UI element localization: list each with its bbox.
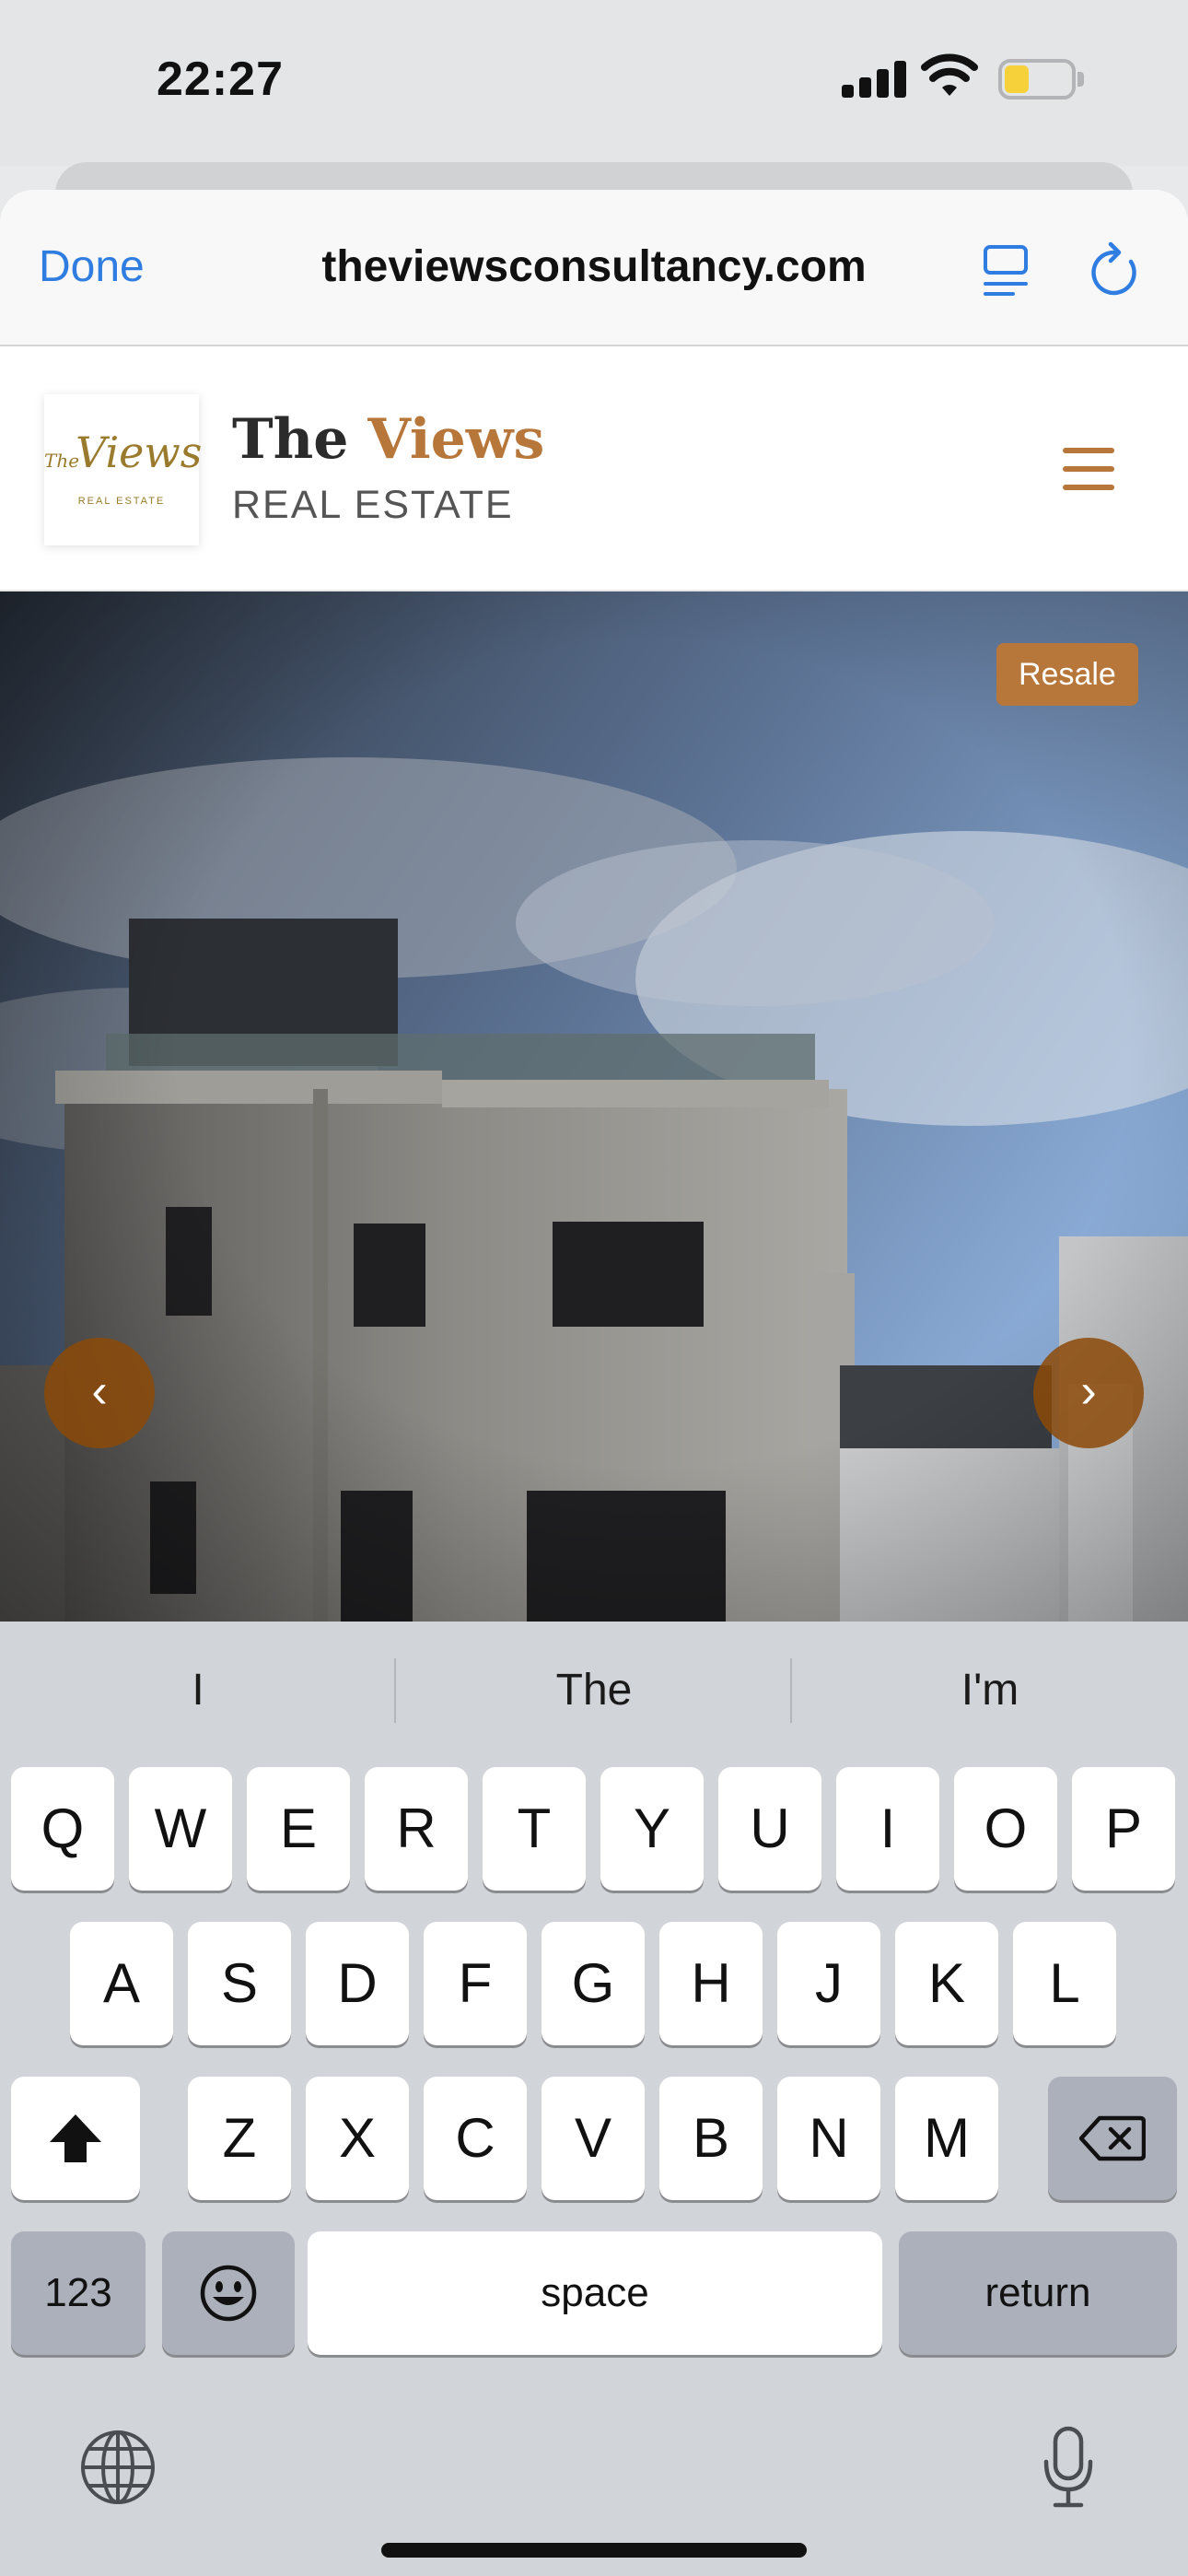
- key-x[interactable]: X: [306, 2077, 409, 2200]
- key-p[interactable]: P: [1072, 1767, 1175, 1891]
- backspace-key[interactable]: [1048, 2077, 1177, 2200]
- key-d[interactable]: D: [306, 1922, 409, 2045]
- key-z[interactable]: Z: [188, 2077, 291, 2200]
- key-c[interactable]: C: [424, 2077, 527, 2200]
- keyboard: I The I'm Q W E R T Y U I O P A S D F G …: [0, 1622, 1188, 2576]
- key-h[interactable]: H: [659, 1922, 763, 2045]
- backspace-icon: [1079, 2115, 1146, 2161]
- brand-title[interactable]: The Views: [232, 407, 544, 472]
- key-f[interactable]: F: [424, 1922, 527, 2045]
- suggestion-item[interactable]: I'm: [792, 1622, 1188, 1760]
- battery-icon: [998, 59, 1085, 100]
- key-n[interactable]: N: [777, 2077, 880, 2200]
- property-photo: [0, 591, 1188, 1622]
- suggestion-bar: I The I'm: [0, 1622, 1188, 1760]
- emoji-icon: [200, 2265, 257, 2322]
- logo-script: TheViews: [44, 427, 203, 477]
- hero-carousel: Resale ‹ ›: [0, 591, 1188, 1622]
- signal-icon: [842, 57, 906, 98]
- key-k[interactable]: K: [895, 1922, 998, 2045]
- wifi-icon: [921, 53, 978, 96]
- key-o[interactable]: O: [954, 1767, 1057, 1891]
- key-a[interactable]: A: [70, 1922, 173, 2045]
- key-b[interactable]: B: [659, 2077, 763, 2200]
- key-q[interactable]: Q: [11, 1767, 114, 1891]
- return-key[interactable]: return: [899, 2231, 1177, 2355]
- key-w[interactable]: W: [129, 1767, 232, 1891]
- carousel-prev-button[interactable]: ‹: [44, 1338, 155, 1448]
- space-key[interactable]: space: [308, 2231, 882, 2355]
- suggestion-item[interactable]: The: [396, 1622, 792, 1760]
- shift-key[interactable]: [11, 2077, 140, 2200]
- numbers-key[interactable]: 123: [11, 2231, 146, 2355]
- suggestion-item[interactable]: I: [0, 1622, 396, 1760]
- reload-icon[interactable]: [1089, 241, 1142, 299]
- key-s[interactable]: S: [188, 1922, 291, 2045]
- globe-icon[interactable]: [79, 2429, 157, 2506]
- microphone-icon[interactable]: [1041, 2425, 1096, 2510]
- browser-header: theviewsconsultancy.com Done: [0, 190, 1188, 346]
- carousel-next-button[interactable]: ›: [1033, 1338, 1144, 1448]
- status-time: 22:27: [157, 53, 284, 106]
- key-r[interactable]: R: [365, 1767, 468, 1891]
- key-i[interactable]: I: [836, 1767, 939, 1891]
- logo[interactable]: TheViews REAL ESTATE: [44, 394, 203, 545]
- key-m[interactable]: M: [895, 2077, 998, 2200]
- brand-subtitle: REAL ESTATE: [232, 483, 514, 527]
- emoji-key[interactable]: [162, 2231, 295, 2355]
- key-g[interactable]: G: [542, 1922, 645, 2045]
- key-u[interactable]: U: [718, 1767, 821, 1891]
- key-t[interactable]: T: [483, 1767, 586, 1891]
- key-e[interactable]: E: [247, 1767, 350, 1891]
- key-j[interactable]: J: [777, 1922, 880, 2045]
- key-v[interactable]: V: [542, 2077, 645, 2200]
- key-l[interactable]: L: [1013, 1922, 1116, 2045]
- site-header: TheViews REAL ESTATE The Views REAL ESTA…: [0, 346, 1188, 591]
- done-button[interactable]: Done: [39, 241, 145, 292]
- hamburger-icon[interactable]: [1063, 448, 1114, 490]
- reader-icon[interactable]: [982, 243, 1030, 299]
- status-bar: 22:27: [0, 0, 1188, 166]
- logo-subtitle: REAL ESTATE: [77, 496, 166, 507]
- home-indicator: [381, 2543, 807, 2558]
- key-y[interactable]: Y: [600, 1767, 704, 1891]
- resale-badge: Resale: [996, 643, 1138, 706]
- shift-icon: [50, 2114, 101, 2162]
